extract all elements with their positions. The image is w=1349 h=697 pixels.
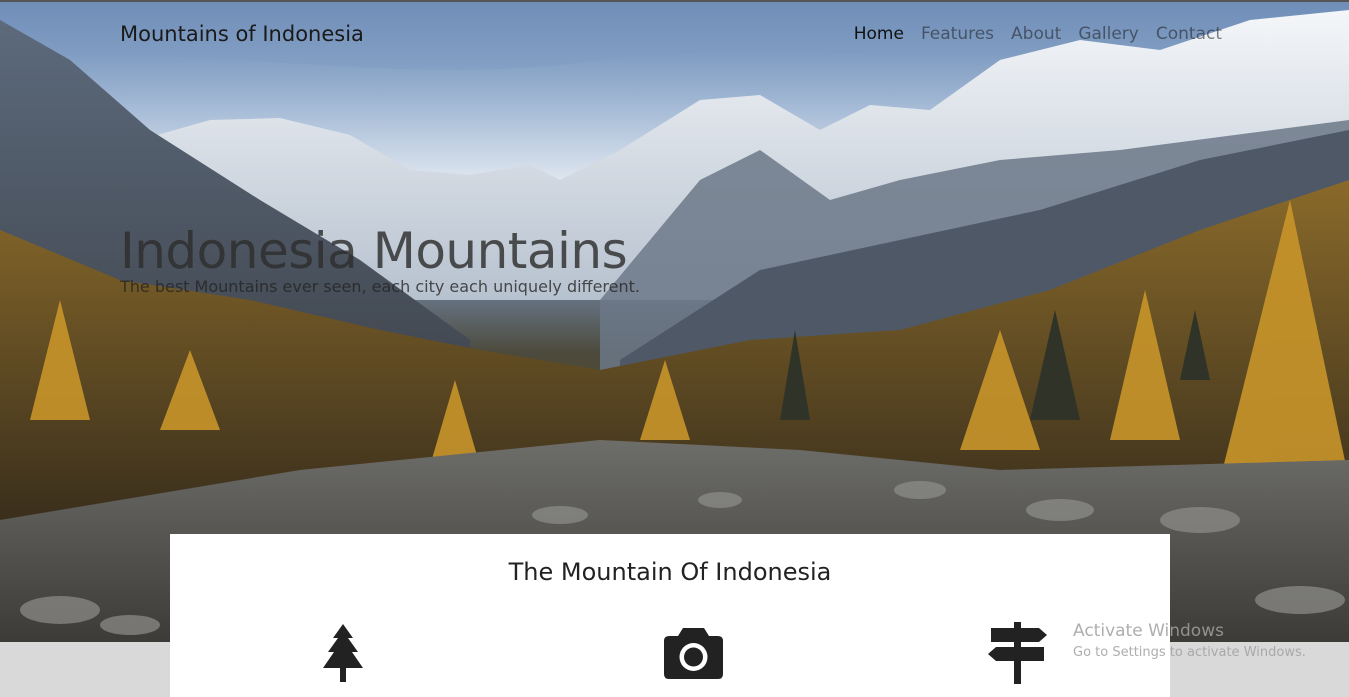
section-title: The Mountain Of Indonesia <box>508 558 832 586</box>
features-card: The Mountain Of Indonesia <box>170 534 1170 697</box>
nav-about[interactable]: About <box>1011 24 1061 44</box>
watermark-title: Activate Windows <box>1073 621 1224 641</box>
top-border <box>0 0 1349 2</box>
nav-gallery[interactable]: Gallery <box>1078 24 1139 44</box>
signpost-icon <box>988 622 1047 684</box>
hero-title: Indonesia Mountains <box>120 222 628 280</box>
tree-icon <box>323 624 363 682</box>
hero-subtitle: The best Mountains ever seen, each city … <box>120 277 640 296</box>
nav-features[interactable]: Features <box>921 24 994 44</box>
camera-icon <box>664 628 723 679</box>
nav-home[interactable]: Home <box>854 24 904 44</box>
watermark-subtitle: Go to Settings to activate Windows. <box>1073 645 1306 660</box>
brand-logo[interactable]: Mountains of Indonesia <box>120 22 364 46</box>
activation-watermark: Activate Windows Go to Settings to activ… <box>1073 621 1306 660</box>
main-nav: Home Features About Gallery Contact <box>854 24 1222 44</box>
nav-contact[interactable]: Contact <box>1156 24 1222 44</box>
